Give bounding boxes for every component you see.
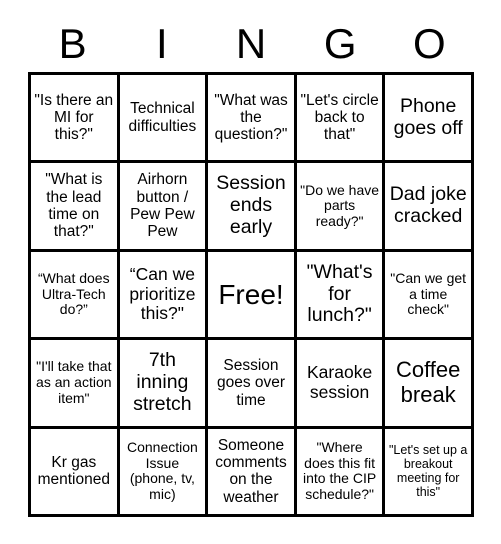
bingo-cell-text: "I'll take that as an action item" — [36, 358, 112, 406]
bingo-header-letter-1: I — [155, 20, 168, 67]
bingo-cell-r2-c1[interactable]: “Can we prioritize this?" — [119, 251, 209, 341]
bingo-header-letter-2: N — [235, 20, 267, 67]
bingo-cell-r4-c3[interactable]: "Where does this fit into the CIP schedu… — [296, 428, 386, 517]
bingo-cell-r0-c1[interactable]: Technical difficulties — [119, 75, 209, 164]
bingo-cell-text: 7th inning stretch — [133, 349, 192, 415]
bingo-cell-text: "Where does this fit into the CIP schedu… — [303, 438, 377, 502]
bingo-cell-r4-c2[interactable]: Someone comments on the weather — [208, 428, 297, 517]
bingo-cell-text: Connection Issue (phone, tv, mic) — [126, 438, 198, 502]
bingo-cell-text: “Can we prioritize this?" — [129, 264, 196, 324]
bingo-cell-r1-c0[interactable]: "What is the lead time on that?" — [31, 163, 120, 252]
bingo-cell-text: Phone goes off — [393, 94, 463, 139]
bingo-cell-r0-c2[interactable]: "What was the question?" — [208, 75, 297, 164]
bingo-cell-r4-c1[interactable]: Connection Issue (phone, tv, mic) — [119, 428, 209, 517]
bingo-cell-r2-c3[interactable]: "What's for lunch?" — [296, 251, 386, 341]
bingo-cell-text: Coffee break — [395, 357, 461, 407]
bingo-header-letter-4: O — [413, 20, 446, 67]
bingo-cell-text: Kr gas mentioned — [37, 453, 110, 489]
bingo-cell-r3-c1[interactable]: 7th inning stretch — [119, 340, 209, 429]
bingo-cell-text: Airhorn button / Pew Pew Pew — [130, 171, 195, 241]
bingo-cell-r2-c0[interactable]: “What does Ultra-Tech do?” — [31, 251, 120, 341]
bingo-cell-text: "Do we have parts ready?" — [300, 181, 380, 229]
bingo-cell-r3-c2[interactable]: Session goes over time — [208, 340, 297, 429]
bingo-cell-r0-c4[interactable]: Phone goes off — [385, 75, 474, 164]
bingo-cell-text: "Is there an MI for this?" — [34, 91, 114, 144]
bingo-cell-r1-c2[interactable]: Session ends early — [208, 163, 297, 252]
bingo-cell-text: "Let's circle back to that" — [300, 91, 379, 144]
bingo-cell-text: Dad joke cracked — [389, 183, 467, 228]
bingo-cell-r4-c0[interactable]: Kr gas mentioned — [31, 428, 120, 517]
bingo-card: B I N G O "Is there an MI for this?" Technica… — [0, 0, 501, 544]
bingo-cell-text: "Let's set up a breakout meeting for thi… — [388, 443, 468, 500]
bingo-cell-text: Technical difficulties — [128, 100, 197, 135]
bingo-cell-r1-c1[interactable]: Airhorn button / Pew Pew Pew — [119, 163, 209, 252]
bingo-cell-r4-c4[interactable]: "Let's set up a breakout meeting for thi… — [385, 428, 474, 517]
bingo-cell-text: Session ends early — [216, 172, 286, 238]
bingo-cell-text: "What is the lead time on that?" — [45, 171, 103, 241]
bingo-cell-r0-c3[interactable]: "Let's circle back to that" — [296, 75, 386, 164]
bingo-header-row: BINGO — [28, 16, 474, 72]
bingo-cell-free[interactable]: Free! — [208, 251, 297, 341]
bingo-cell-text: "Can we get a time check" — [390, 269, 467, 318]
bingo-cell-r1-c3[interactable]: "Do we have parts ready?" — [296, 163, 386, 252]
bingo-header-letter-0: B — [58, 20, 87, 67]
bingo-header-letter-3: G — [323, 20, 357, 67]
bingo-cell-r3-c4[interactable]: Coffee break — [385, 340, 474, 429]
bingo-cell-r1-c4[interactable]: Dad joke cracked — [385, 163, 474, 252]
bingo-cell-text: Session goes over time — [216, 356, 286, 409]
bingo-cell-r2-c4[interactable]: "Can we get a time check" — [385, 251, 474, 341]
bingo-cell-r3-c3[interactable]: Karaoke session — [296, 340, 386, 429]
bingo-cell-text: “What does Ultra-Tech do?” — [38, 269, 110, 318]
bingo-cell-text: Karaoke session — [307, 362, 373, 402]
bingo-cell-text: Free! — [218, 278, 284, 310]
bingo-cell-text: Someone comments on the weather — [215, 436, 287, 506]
bingo-cell-text: "What was the question?" — [214, 91, 288, 144]
bingo-cell-r0-c0[interactable]: "Is there an MI for this?" — [31, 75, 120, 164]
bingo-cell-text: "What's for lunch?" — [306, 260, 373, 327]
bingo-cell-r3-c0[interactable]: "I'll take that as an action item" — [31, 340, 120, 429]
bingo-grid: "Is there an MI for this?" Technical diff… — [28, 72, 474, 517]
